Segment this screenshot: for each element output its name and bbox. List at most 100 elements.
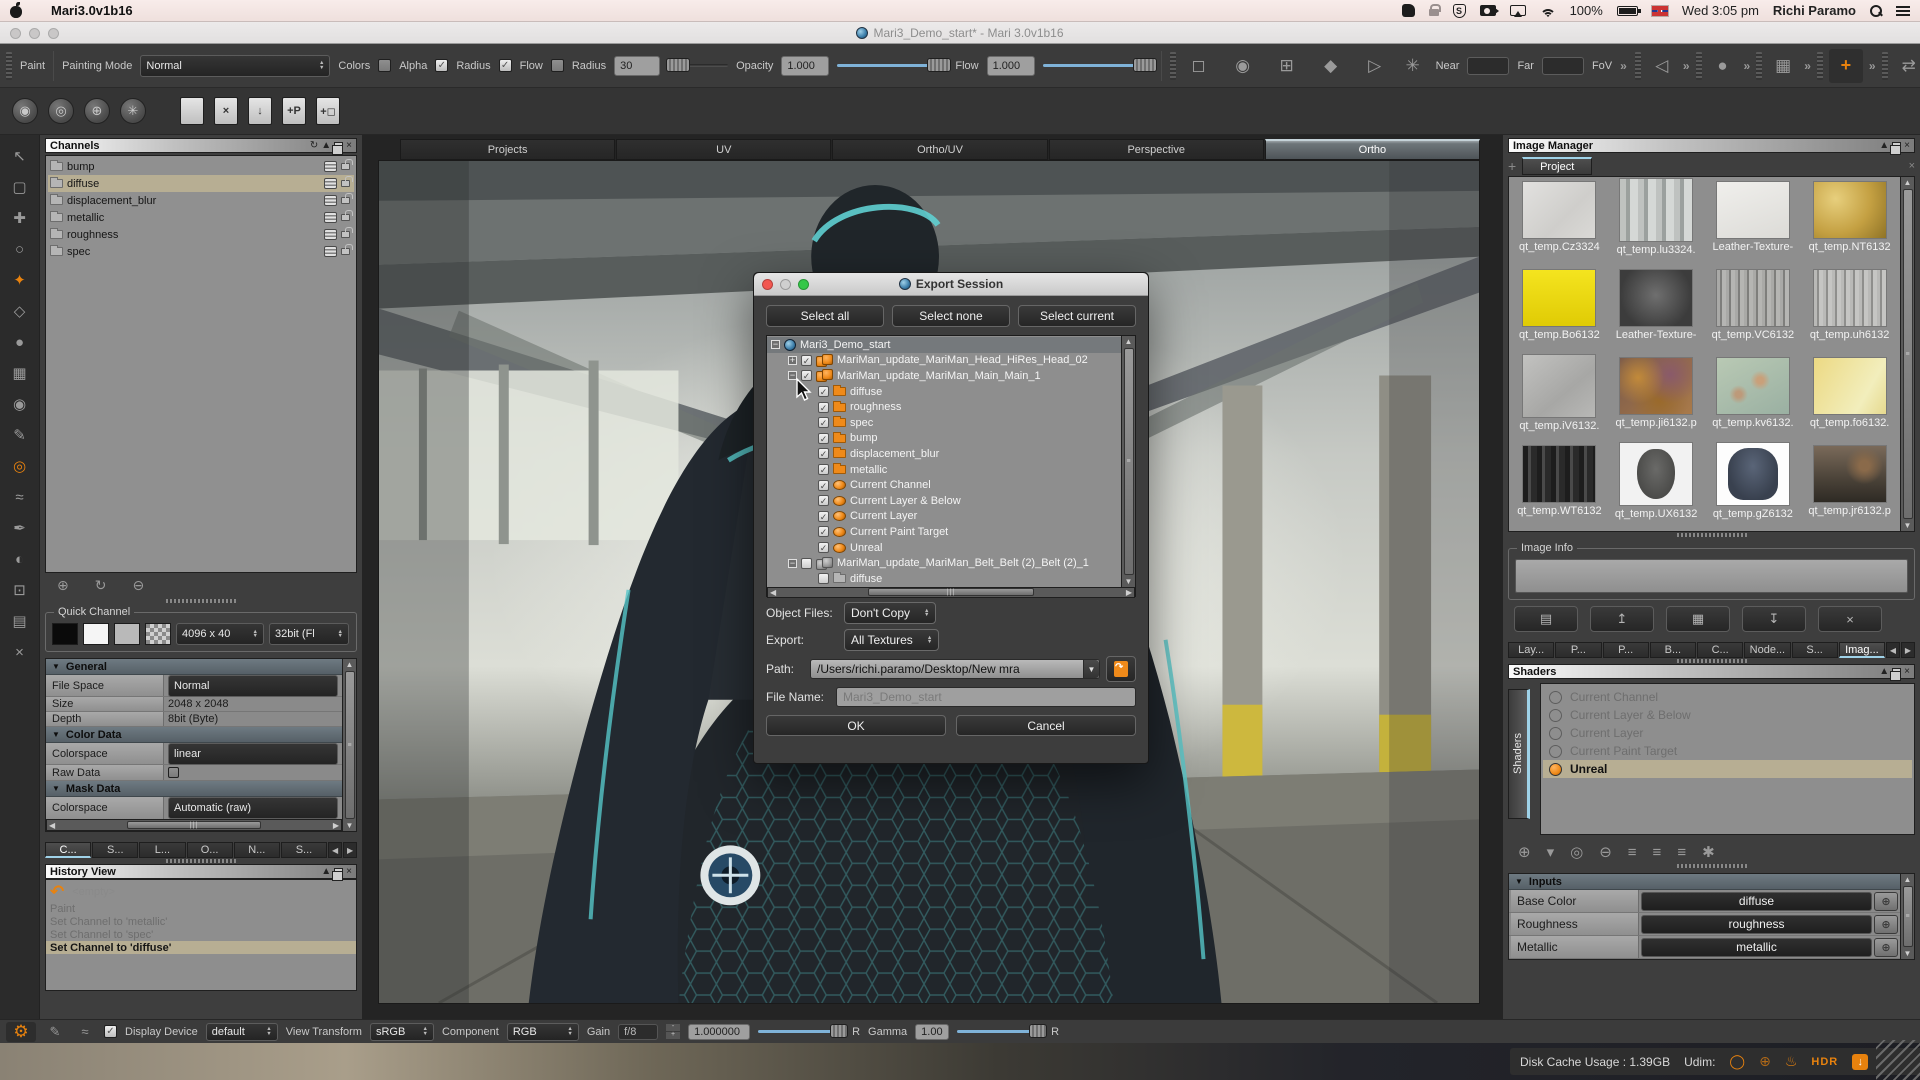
marquee-select-icon[interactable]: ▢: [7, 174, 33, 200]
shape-icon[interactable]: ◆: [1316, 51, 1346, 81]
dock-tab-l[interactable]: L...: [139, 842, 185, 858]
shader-item[interactable]: Current Layer & Below: [1543, 706, 1912, 724]
alpha-checkbox[interactable]: ✓: [435, 59, 448, 72]
viewport-tab-uv[interactable]: UV: [616, 139, 831, 160]
tree-checkbox[interactable]: ✓: [818, 511, 829, 522]
tree-node[interactable]: +✓MariMan_update_MariMan_Head_HiRes_Head…: [767, 353, 1121, 369]
tree-node[interactable]: ✓diffuse: [767, 384, 1121, 400]
tree-node[interactable]: −✓MariMan_update_MariMan_Main_Main_1: [767, 368, 1121, 384]
add-udim-icon[interactable]: ⊕: [1759, 1053, 1771, 1070]
project-tab[interactable]: Project: [1522, 157, 1592, 175]
window-traffic-lights[interactable]: [10, 28, 59, 39]
close-icon[interactable]: ×: [346, 140, 352, 151]
tree-node[interactable]: ✓Current Paint Target: [767, 524, 1121, 540]
add-paint-icon[interactable]: +P: [282, 97, 306, 125]
object-files-select[interactable]: Don't Copy▲▼: [844, 602, 936, 624]
gain-reset-button[interactable]: R: [852, 1026, 860, 1038]
image-thumbnail[interactable]: [1619, 357, 1693, 415]
image-thumbnail-cell[interactable]: qt_temp.lu3324.: [1608, 181, 1705, 269]
tree-node[interactable]: ✓Unreal: [767, 540, 1121, 556]
tree-checkbox[interactable]: ✓: [818, 464, 829, 475]
dock-tab-s[interactable]: S...: [1792, 642, 1838, 658]
gain-slider[interactable]: [758, 1030, 844, 1033]
image-thumbnail[interactable]: [1716, 181, 1790, 239]
image-thumbnail[interactable]: [1619, 178, 1693, 242]
dock-tab-p[interactable]: P...: [1555, 642, 1601, 658]
export-mode-select[interactable]: All Textures▲▼: [844, 629, 939, 651]
collapse-icon[interactable]: ▲: [321, 140, 331, 151]
dock-tab-s[interactable]: S...: [281, 842, 327, 858]
view-transform-select[interactable]: sRGB▲▼: [370, 1023, 434, 1041]
layers-icon[interactable]: [324, 178, 337, 189]
tree-hscrollbar[interactable]: ◀|||▶: [767, 587, 1135, 598]
gray-swatch[interactable]: [114, 623, 140, 645]
layers-icon[interactable]: [324, 161, 337, 172]
component-select[interactable]: RGB▲▼: [507, 1023, 579, 1041]
visibility-one-icon[interactable]: ≡: [1677, 844, 1686, 861]
channel-row[interactable]: diffuse: [48, 175, 354, 192]
transform-move-icon[interactable]: ✦: [7, 267, 33, 293]
paint-blocking-icon[interactable]: ◉: [12, 98, 38, 124]
collapse-icon[interactable]: ▲: [1879, 140, 1889, 151]
mask-colorspace-select[interactable]: Automatic (raw): [168, 797, 338, 819]
history-item[interactable]: Paint: [46, 902, 356, 915]
image-thumbnail-cell[interactable]: Leather-Texture-: [1608, 269, 1705, 357]
sphere-view-icon[interactable]: ●: [1708, 51, 1738, 81]
palette-icon[interactable]: ✱: [1702, 843, 1715, 861]
image-thumbnail-cell[interactable]: qt_temp.kv6132.: [1705, 357, 1802, 445]
image-thumbnail[interactable]: [1522, 181, 1596, 239]
browse-path-button[interactable]: [1106, 656, 1136, 682]
shader-radio[interactable]: [1549, 691, 1562, 704]
tree-node[interactable]: ✓metallic: [767, 462, 1121, 478]
tree-checkbox[interactable]: ✓: [818, 433, 829, 444]
dock-tab-s[interactable]: S...: [92, 842, 138, 858]
eyedropper-icon[interactable]: ●: [7, 329, 33, 355]
collapse-icon[interactable]: ▲: [321, 866, 331, 877]
projection-mask-icon[interactable]: ⊕: [84, 98, 110, 124]
dialog-traffic-lights[interactable]: [762, 279, 809, 290]
shield-menu-icon[interactable]: S: [1453, 4, 1466, 18]
zoom-window-button[interactable]: [798, 279, 809, 290]
shader-radio[interactable]: [1549, 709, 1562, 722]
spray-icon[interactable]: ✳: [1398, 51, 1428, 81]
input-channel-select[interactable]: metallic: [1641, 938, 1872, 957]
tree-node[interactable]: ✓spec: [767, 415, 1121, 431]
checker-swatch[interactable]: [145, 623, 171, 645]
channels-panel-header[interactable]: Channels ↻ ▲ ×: [45, 138, 357, 153]
image-thumbnail[interactable]: [1716, 357, 1790, 415]
tree-node[interactable]: −Mari3_Demo_start: [767, 337, 1121, 353]
channel-row[interactable]: spec: [48, 243, 354, 260]
dock-tab-n[interactable]: N...: [234, 842, 280, 858]
tree-node[interactable]: ✓displacement_blur: [767, 446, 1121, 462]
pin-tool-icon[interactable]: ✎: [7, 422, 33, 448]
gain-value-field[interactable]: 1.000000: [688, 1024, 750, 1040]
image-thumbnail[interactable]: [1813, 269, 1887, 327]
history-panel-header[interactable]: History View ▲ ×: [45, 864, 357, 879]
opacity-field[interactable]: 1.000: [781, 56, 829, 76]
warp-tool-icon[interactable]: ◇: [7, 298, 33, 324]
gain-plus-button[interactable]: +: [666, 1032, 680, 1039]
inputs-section-header[interactable]: ▼Inputs: [1509, 874, 1900, 890]
dock-tab-node[interactable]: Node...: [1744, 642, 1790, 658]
white-swatch[interactable]: [83, 623, 109, 645]
unlock-icon[interactable]: [341, 248, 350, 255]
menubar-user[interactable]: Richi Paramo: [1773, 3, 1856, 18]
quick-size-select[interactable]: 4096 x 40▲▼: [176, 623, 264, 645]
visibility-current-icon[interactable]: ≡: [1653, 844, 1662, 861]
tree-checkbox[interactable]: ✓: [818, 526, 829, 537]
detach-icon[interactable]: [1892, 668, 1901, 676]
tree-checkbox[interactable]: ✓: [818, 495, 829, 506]
tree-checkbox[interactable]: ✓: [801, 355, 812, 366]
expander-icon[interactable]: −: [788, 559, 797, 568]
curve-icon[interactable]: ≈: [74, 1021, 96, 1043]
radius-checkbox[interactable]: ✓: [499, 59, 512, 72]
image-thumbnail-cell[interactable]: qt_temp.jr6132.p: [1801, 445, 1898, 531]
tree-checkbox[interactable]: ✓: [818, 386, 829, 397]
shader-item[interactable]: Current Layer: [1543, 724, 1912, 742]
image-thumbnail[interactable]: [1619, 442, 1693, 506]
evernote-menu-icon[interactable]: [1402, 4, 1415, 17]
tree-checkbox[interactable]: ✓: [818, 402, 829, 413]
toolbar-grip[interactable]: [6, 52, 12, 80]
quick-depth-select[interactable]: 32bit (Fl▲▼: [269, 623, 349, 645]
detach-icon[interactable]: [334, 142, 343, 150]
